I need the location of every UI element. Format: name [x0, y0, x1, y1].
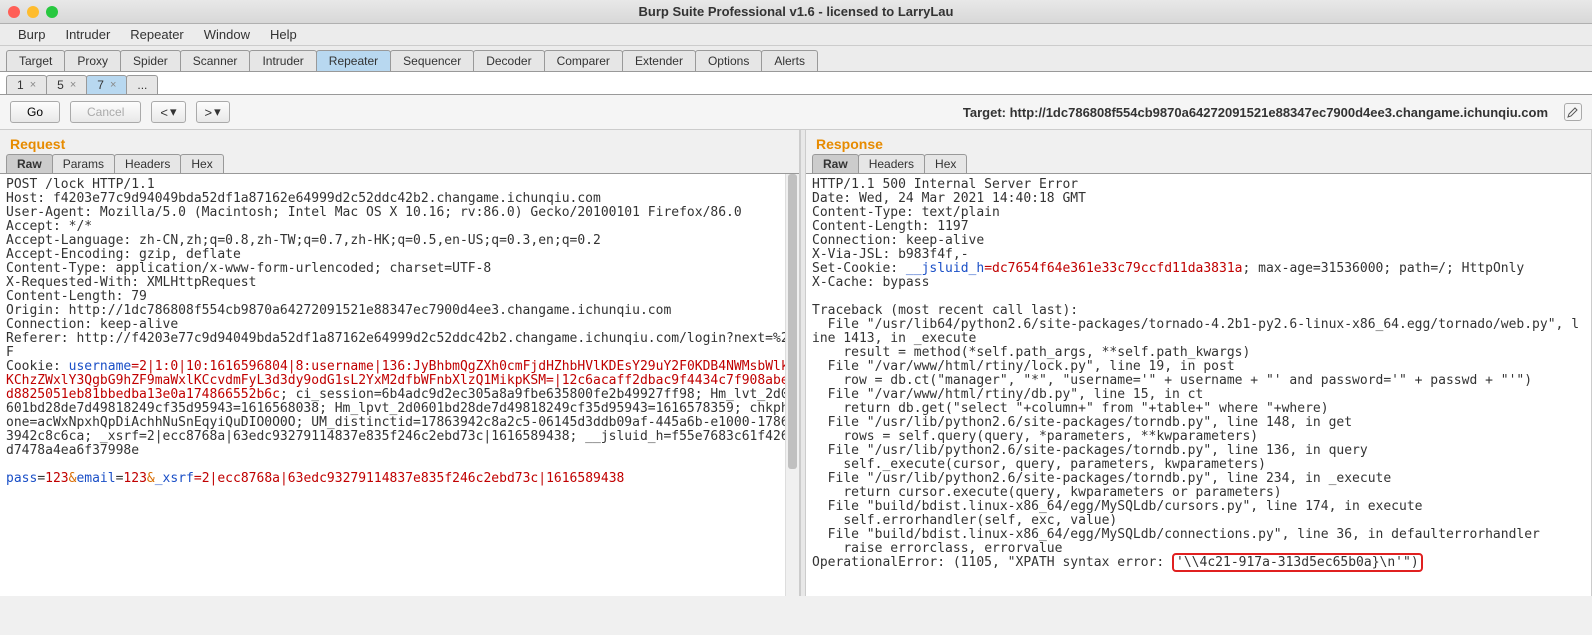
menu-repeater[interactable]: Repeater [120, 25, 193, 44]
history-forward-button[interactable]: >▾ [196, 101, 230, 123]
menu-intruder[interactable]: Intruder [55, 25, 120, 44]
repeater-tabs: 1× 5× 7× ... [0, 72, 1592, 95]
tab-sequencer[interactable]: Sequencer [390, 50, 474, 71]
split-view: Request Raw Params Headers Hex POST /loc… [0, 130, 1592, 596]
action-bar: Go Cancel <▾ >▾ Target: http://1dc786808… [0, 95, 1592, 130]
go-button[interactable]: Go [10, 101, 60, 123]
request-view-tabs: Raw Params Headers Hex [0, 154, 799, 174]
request-tab-params[interactable]: Params [52, 154, 115, 173]
response-editor[interactable]: HTTP/1.1 500 Internal Server Error Date:… [806, 174, 1591, 596]
scrollbar[interactable] [785, 174, 799, 596]
edit-target-button[interactable] [1564, 103, 1582, 121]
close-icon[interactable]: × [30, 79, 36, 91]
tab-proxy[interactable]: Proxy [64, 50, 121, 71]
zoom-icon[interactable] [46, 6, 58, 18]
tab-intruder[interactable]: Intruder [249, 50, 316, 71]
repeater-tab-5[interactable]: 5× [46, 75, 87, 94]
response-tab-raw[interactable]: Raw [812, 154, 859, 173]
caret-down-icon: ▾ [170, 104, 177, 120]
history-back-button[interactable]: <▾ [151, 101, 185, 123]
response-tab-headers[interactable]: Headers [858, 154, 925, 173]
window-title: Burp Suite Professional v1.6 - licensed … [0, 4, 1592, 19]
response-title: Response [806, 130, 1591, 154]
tab-alerts[interactable]: Alerts [761, 50, 818, 71]
response-view-tabs: Raw Headers Hex [806, 154, 1591, 174]
tab-options[interactable]: Options [695, 50, 762, 71]
target-url: http://1dc786808f554cb9870a64272091521e8… [1010, 105, 1548, 120]
tab-repeater[interactable]: Repeater [316, 50, 391, 71]
chevron-left-icon: < [160, 105, 168, 120]
tab-extender[interactable]: Extender [622, 50, 696, 71]
tab-decoder[interactable]: Decoder [473, 50, 544, 71]
request-pane: Request Raw Params Headers Hex POST /loc… [0, 130, 800, 596]
repeater-tab-7[interactable]: 7× [86, 75, 127, 94]
menu-window[interactable]: Window [194, 25, 260, 44]
tab-scanner[interactable]: Scanner [180, 50, 251, 71]
close-icon[interactable]: × [110, 79, 116, 91]
repeater-tab-1[interactable]: 1× [6, 75, 47, 94]
caret-down-icon: ▾ [214, 104, 221, 120]
request-tab-headers[interactable]: Headers [114, 154, 181, 173]
close-icon[interactable] [8, 6, 20, 18]
close-icon[interactable]: × [70, 79, 76, 91]
cancel-button[interactable]: Cancel [70, 101, 141, 123]
tool-tabs: Target Proxy Spider Scanner Intruder Rep… [0, 46, 1592, 72]
request-editor[interactable]: POST /lock HTTP/1.1 Host: f4203e77c9d940… [0, 174, 799, 596]
tab-comparer[interactable]: Comparer [544, 50, 623, 71]
tab-spider[interactable]: Spider [120, 50, 181, 71]
pencil-icon [1567, 106, 1579, 118]
minimize-icon[interactable] [27, 6, 39, 18]
menu-help[interactable]: Help [260, 25, 307, 44]
highlighted-error: '\\4c21-917a-313d5ec65b0a}\n'") [1172, 553, 1423, 572]
window-controls [8, 6, 58, 18]
tab-target[interactable]: Target [6, 50, 65, 71]
menubar: Burp Intruder Repeater Window Help [0, 24, 1592, 46]
request-tab-raw[interactable]: Raw [6, 154, 53, 173]
request-tab-hex[interactable]: Hex [180, 154, 223, 173]
chevron-right-icon: > [205, 105, 213, 120]
response-tab-hex[interactable]: Hex [924, 154, 967, 173]
target-label: Target: http://1dc786808f554cb9870a64272… [963, 105, 1548, 120]
repeater-tab-new[interactable]: ... [126, 75, 158, 94]
titlebar: Burp Suite Professional v1.6 - licensed … [0, 0, 1592, 24]
request-title: Request [0, 130, 799, 154]
menu-burp[interactable]: Burp [8, 25, 55, 44]
response-pane: Response Raw Headers Hex HTTP/1.1 500 In… [806, 130, 1592, 596]
